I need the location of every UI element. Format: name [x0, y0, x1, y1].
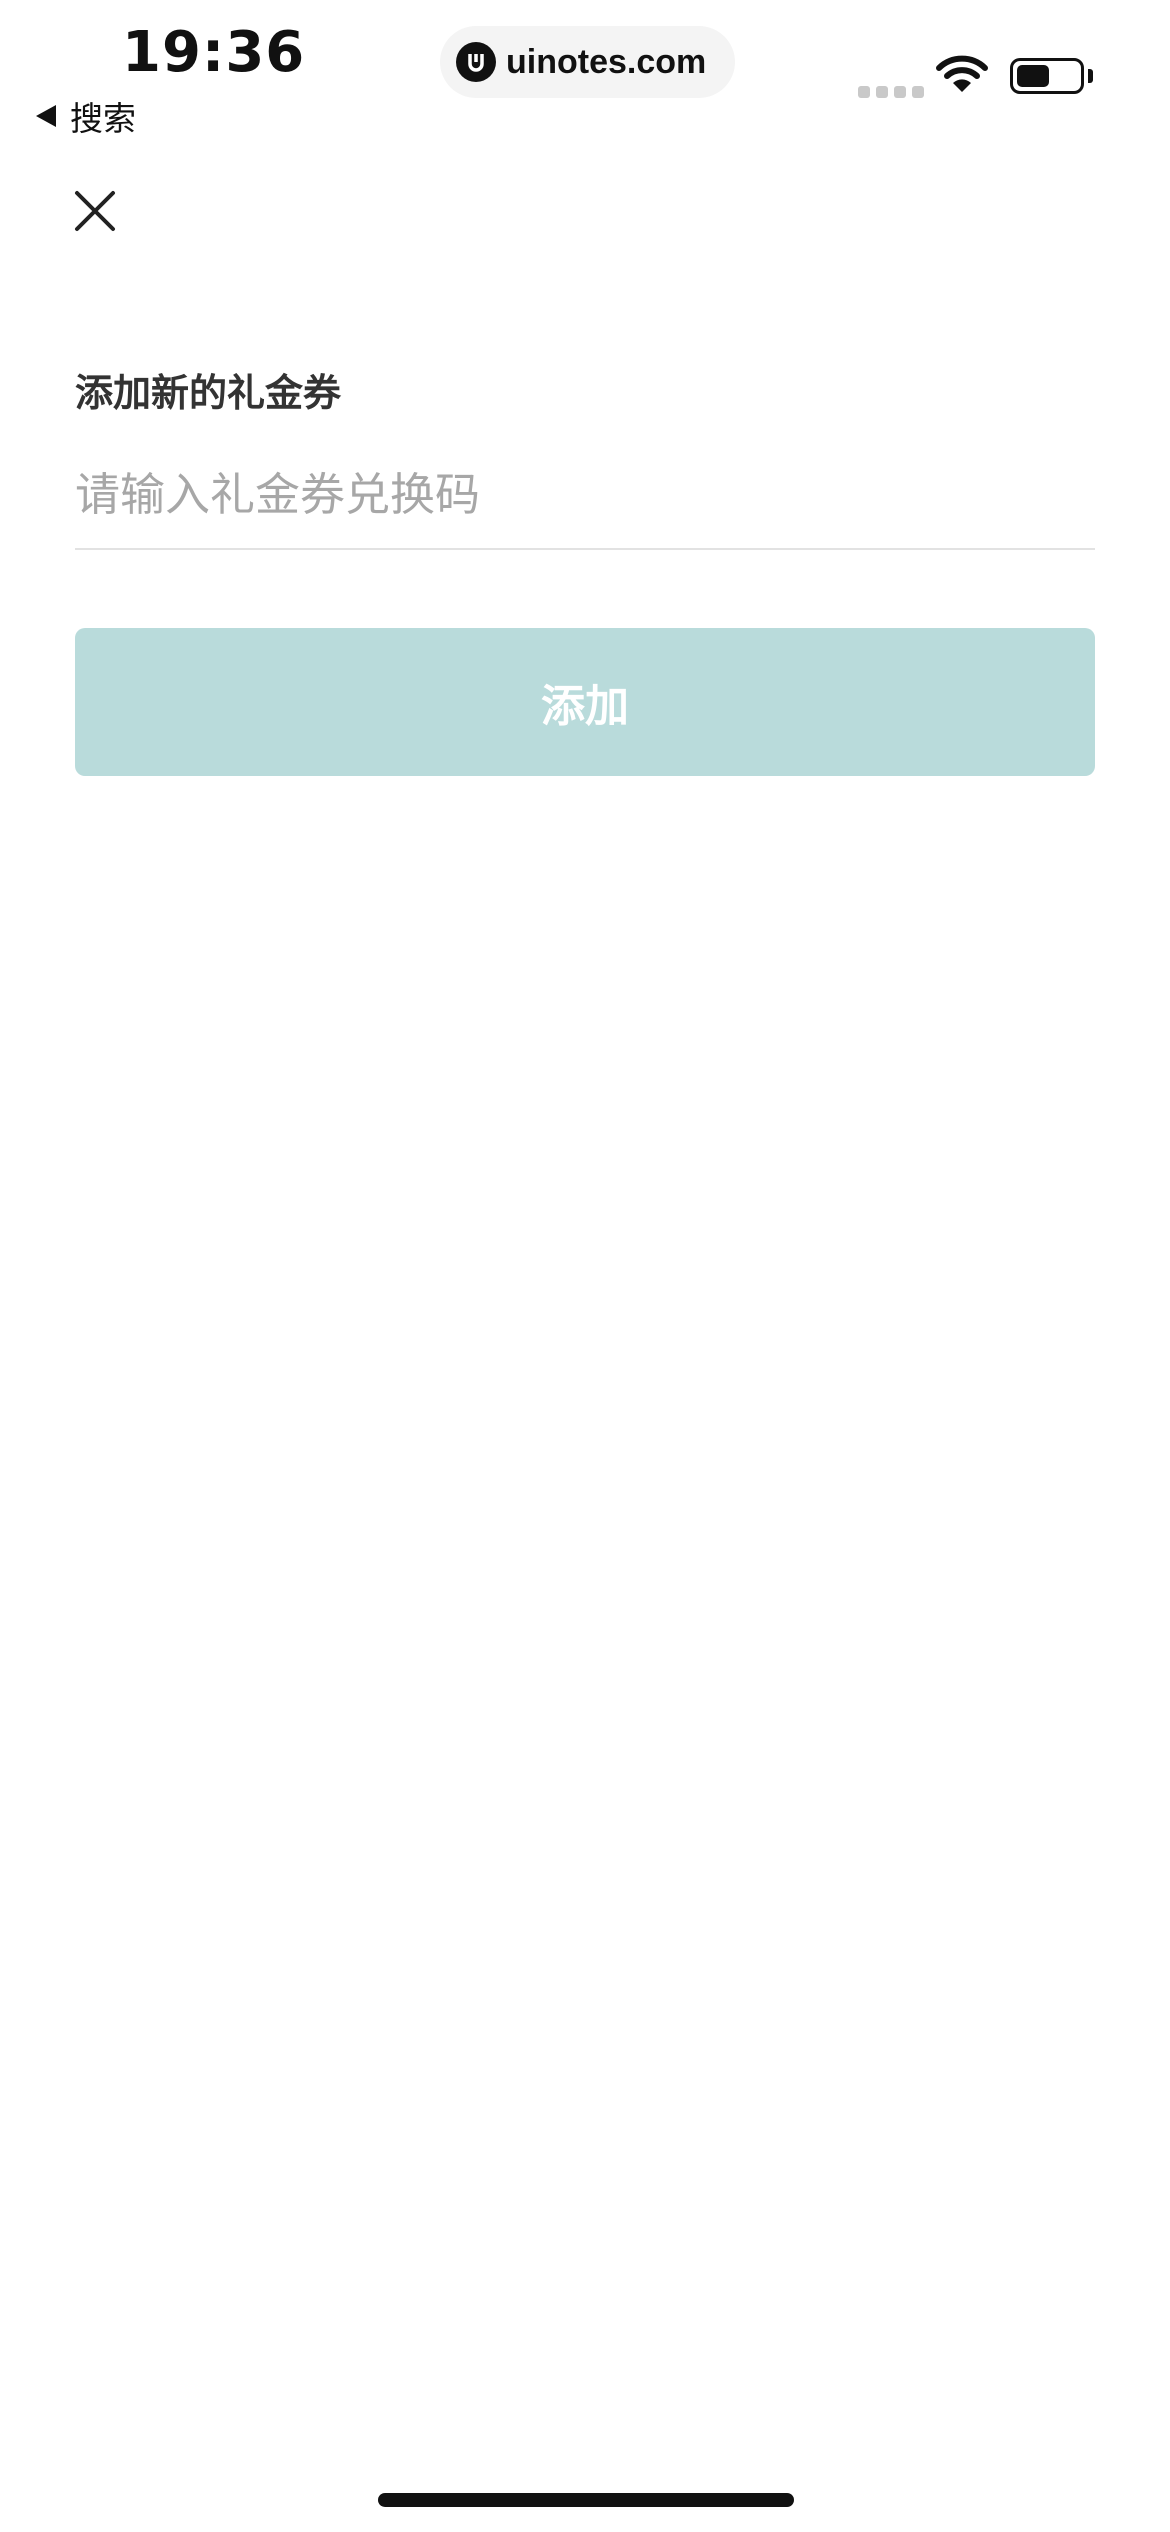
home-indicator[interactable] [378, 2493, 794, 2507]
close-button[interactable] [72, 188, 118, 234]
battery-icon [1010, 58, 1084, 94]
back-arrow-icon [36, 105, 56, 127]
back-link-label: 搜索 [70, 99, 136, 138]
signal-icon [858, 86, 924, 98]
battery-cap [1088, 69, 1093, 83]
wifi-icon [936, 55, 988, 92]
url-pill[interactable]: uinotes.com [440, 26, 735, 98]
status-time: 19:36 [122, 20, 306, 85]
url-text: uinotes.com [506, 42, 707, 81]
status-bar: 19:36 搜索 uinotes.com [0, 0, 1170, 150]
back-to-search-link[interactable]: 搜索 [36, 92, 136, 140]
form-title: 添加新的礼金券 [75, 371, 342, 415]
add-voucher-button[interactable]: 添加 [75, 628, 1095, 776]
site-logo-icon [456, 42, 496, 82]
close-icon [75, 191, 115, 231]
voucher-code-input[interactable] [75, 440, 1095, 550]
